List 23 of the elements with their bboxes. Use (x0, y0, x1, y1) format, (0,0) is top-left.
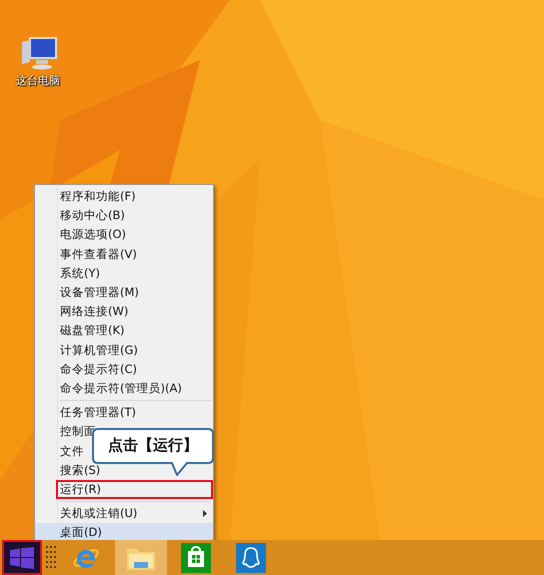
menu-item[interactable]: 计算机管理(G) (35, 340, 213, 360)
menu-item[interactable]: 电源选项(O) (35, 225, 213, 245)
menu-item[interactable]: 程序和功能(F) (35, 187, 213, 206)
menu-item[interactable]: 任务管理器(T) (35, 403, 213, 422)
windows-logo-icon (10, 546, 34, 568)
menu-item[interactable]: 关机或注销(U) (35, 504, 213, 524)
menu-item[interactable]: 网络连接(W) (35, 302, 213, 322)
shopping-bag-icon (181, 542, 211, 572)
start-button[interactable] (2, 540, 42, 575)
menu-item[interactable]: 事件查看器(V) (35, 244, 213, 264)
menu-item[interactable]: 搜索(S) (35, 460, 213, 480)
menu-item[interactable]: 命令提示符(管理员)(A) (35, 378, 213, 398)
menu-item[interactable]: 桌面(D) (35, 523, 213, 542)
menu-item[interactable]: 运行(R) (56, 480, 213, 499)
menu-item[interactable]: 移动中心(B) (35, 206, 213, 226)
callout-text: 点击【运行】 (108, 436, 198, 455)
menu-item[interactable]: 设备管理器(M) (35, 282, 213, 302)
menu-item[interactable]: 命令提示符(C) (35, 360, 213, 379)
menu-item[interactable]: 系统(Y) (35, 264, 213, 283)
menu-item[interactable]: 磁盘管理(K) (35, 321, 213, 340)
penguin-icon (236, 542, 266, 572)
taskbar-button[interactable] (115, 540, 167, 575)
grip-icon[interactable] (46, 546, 56, 570)
